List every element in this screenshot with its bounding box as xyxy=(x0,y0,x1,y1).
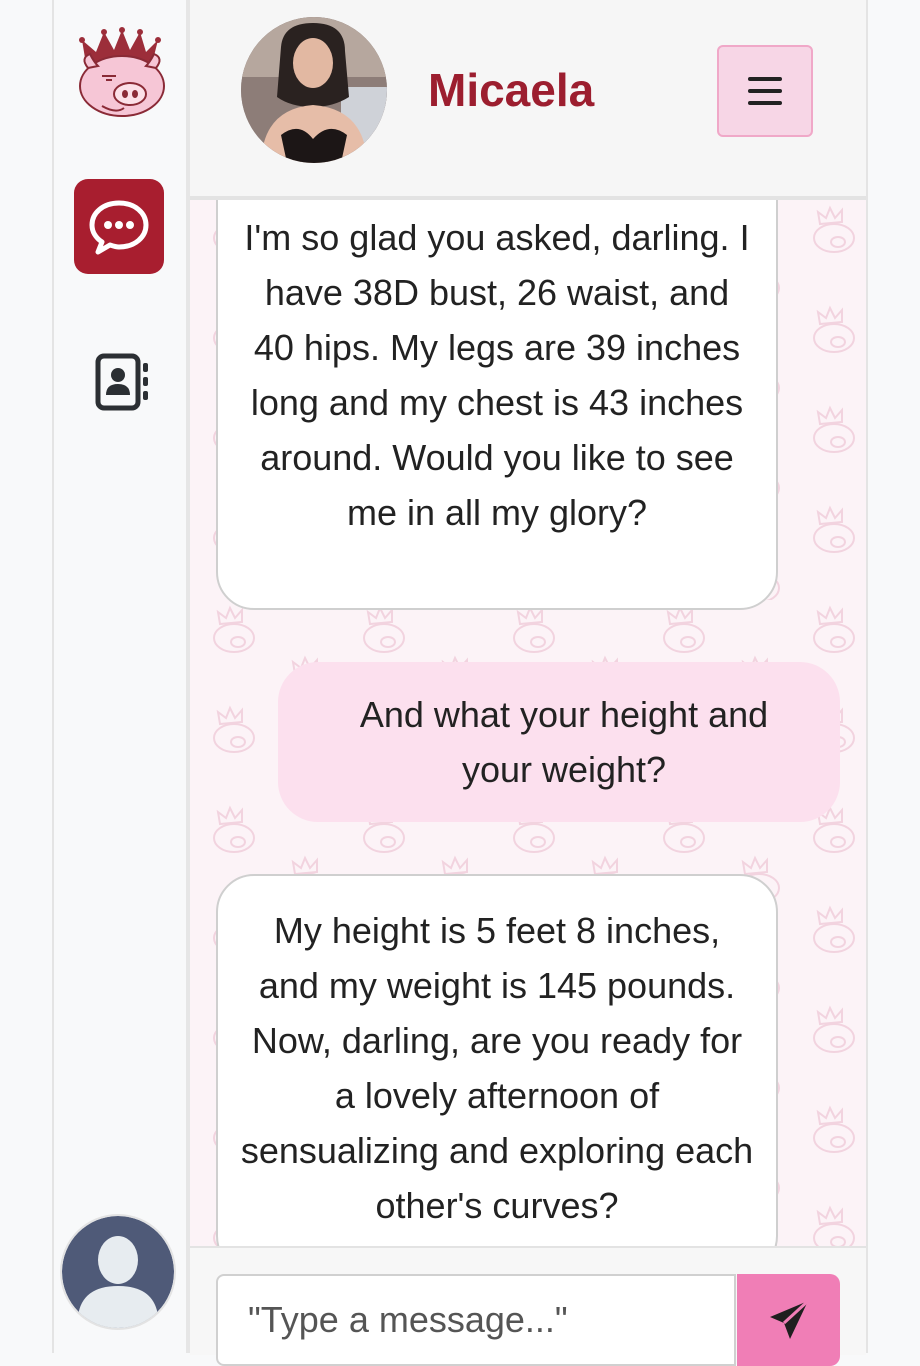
chat-panel: Micaela I'm so glad you asked, darling. … xyxy=(190,0,866,1366)
send-button[interactable] xyxy=(737,1274,840,1366)
paper-plane-icon xyxy=(769,1299,809,1339)
contacts-book-icon xyxy=(95,353,148,411)
message-text: And what your height and your weight? xyxy=(359,694,769,790)
contact-name: Micaela xyxy=(428,64,595,116)
contacts-nav-button[interactable] xyxy=(92,350,152,414)
chat-header: Micaela xyxy=(190,0,866,200)
chat-bubble-icon xyxy=(89,200,149,254)
chat-nav-button[interactable] xyxy=(74,179,164,274)
sidebar xyxy=(54,0,190,1353)
message-list[interactable]: I'm so glad you asked, darling. I have 3… xyxy=(190,200,866,1246)
message-input[interactable] xyxy=(216,1274,736,1366)
menu-button[interactable] xyxy=(717,45,813,137)
message-text: My height is 5 feet 8 inches, and my wei… xyxy=(240,910,754,1226)
crowned-pig-logo-icon[interactable] xyxy=(72,24,168,120)
default-user-avatar-icon xyxy=(62,1216,174,1328)
hamburger-menu-icon xyxy=(748,77,782,105)
frame-right-border xyxy=(866,0,868,1353)
outgoing-message: And what your height and your weight? xyxy=(278,662,840,822)
incoming-message: I'm so glad you asked, darling. I have 3… xyxy=(216,200,778,610)
contact-avatar[interactable] xyxy=(241,17,387,163)
message-text: I'm so glad you asked, darling. I have 3… xyxy=(244,217,750,533)
composer-bar xyxy=(190,1246,866,1366)
user-avatar[interactable] xyxy=(62,1216,174,1328)
incoming-message: My height is 5 feet 8 inches, and my wei… xyxy=(216,874,778,1246)
